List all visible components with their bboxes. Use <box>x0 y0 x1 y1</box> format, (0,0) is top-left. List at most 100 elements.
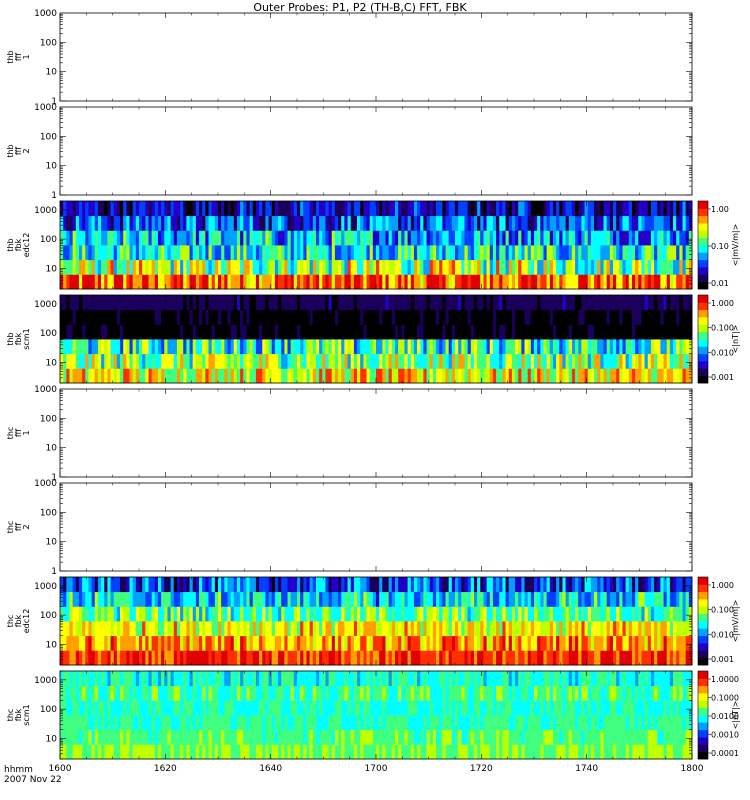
heatmap-cell <box>290 339 295 355</box>
heatmap-cell <box>619 368 623 384</box>
heatmap-cell <box>407 591 412 607</box>
heatmap-cell <box>407 259 412 275</box>
heatmap-cell <box>461 295 465 311</box>
heatmap-cell <box>126 215 130 231</box>
heatmap-cell <box>300 744 304 760</box>
heatmap-cell <box>319 577 323 593</box>
heatmap-cell <box>445 274 450 290</box>
heatmap-cell <box>663 353 668 369</box>
heatmap-cell <box>644 259 649 275</box>
heatmap-cell <box>85 353 89 369</box>
heatmap-cell <box>66 635 70 651</box>
heatmap-cell <box>429 245 434 261</box>
heatmap-cell <box>164 744 168 760</box>
heatmap-cell <box>660 295 664 311</box>
heatmap-cell <box>205 591 209 607</box>
heatmap-cell <box>287 295 292 311</box>
heatmap-cell <box>685 591 690 607</box>
heatmap-cell <box>325 606 329 622</box>
heatmap-cell <box>527 606 532 622</box>
heatmap-cell <box>180 368 184 384</box>
heatmap-cell <box>594 324 598 340</box>
heatmap-cell <box>458 635 462 651</box>
heatmap-cell <box>597 577 601 593</box>
heatmap-cell <box>60 353 64 369</box>
heatmap-cell <box>565 650 570 666</box>
colorbar-swatch <box>698 599 708 607</box>
heatmap-cell <box>458 259 462 275</box>
heatmap-cell <box>394 230 399 246</box>
heatmap-cell <box>120 309 124 325</box>
heatmap-cell <box>410 591 415 607</box>
heatmap-cell <box>549 339 554 355</box>
heatmap-cell <box>309 259 314 275</box>
heatmap-cell <box>72 606 77 622</box>
heatmap-cell <box>293 215 298 231</box>
heatmap-cell <box>537 577 541 593</box>
heatmap-cell <box>587 324 592 340</box>
heatmap-cell <box>230 274 235 290</box>
heatmap-cell <box>249 744 254 760</box>
heatmap-cell <box>278 201 282 217</box>
heatmap-cell <box>274 368 279 384</box>
heatmap-cell <box>259 353 263 369</box>
heatmap-cell <box>227 353 232 369</box>
heatmap-cell <box>628 621 633 637</box>
heatmap-cell <box>195 729 200 745</box>
heatmap-cell <box>325 368 329 384</box>
colorbar-swatch <box>698 368 708 377</box>
heatmap-cell <box>483 309 487 325</box>
heatmap-cell <box>527 368 532 384</box>
heatmap-cell <box>268 295 273 311</box>
heatmap-cell <box>347 259 352 275</box>
heatmap-cell <box>252 274 257 290</box>
heatmap-cell <box>142 339 146 355</box>
heatmap-cell <box>641 339 645 355</box>
heatmap-cell <box>363 368 367 384</box>
heatmap-cell <box>549 650 554 666</box>
heatmap-cell <box>455 621 459 637</box>
heatmap-cell <box>366 577 371 593</box>
heatmap-cell <box>407 215 412 231</box>
heatmap-cell <box>382 621 386 637</box>
heatmap-cell <box>255 621 260 637</box>
heatmap-cell <box>470 744 475 760</box>
heatmap-cell <box>379 339 383 355</box>
heatmap-cell <box>524 621 529 637</box>
heatmap-cell <box>606 295 611 311</box>
heatmap-cell <box>293 245 298 261</box>
heatmap-cell <box>353 324 358 340</box>
heatmap-cell <box>631 274 636 290</box>
heatmap-cell <box>249 274 254 290</box>
heatmap-cell <box>420 259 424 275</box>
heatmap-cell <box>524 215 529 231</box>
heatmap-cell <box>673 245 677 261</box>
heatmap-cell <box>202 201 206 217</box>
heatmap-cell <box>236 715 241 731</box>
heatmap-cell <box>436 274 440 290</box>
heatmap-cell <box>407 324 412 340</box>
heatmap-cell <box>303 577 307 593</box>
heatmap-cell <box>420 368 424 384</box>
heatmap-cell <box>363 215 367 231</box>
heatmap-cell <box>126 577 130 593</box>
heatmap-cell <box>268 715 273 731</box>
heatmap-cell <box>274 339 279 355</box>
heatmap-cell <box>97 339 102 355</box>
heatmap-cell <box>603 577 608 593</box>
heatmap-cell <box>578 368 582 384</box>
heatmap-cell <box>334 339 339 355</box>
heatmap-cell <box>274 201 279 217</box>
heatmap-cell <box>135 215 140 231</box>
heatmap-cell <box>511 215 516 231</box>
heatmap-cell <box>265 650 269 666</box>
heatmap-cell <box>363 245 367 261</box>
heatmap-cell <box>139 295 143 311</box>
heatmap-cell <box>502 577 506 593</box>
heatmap-cell <box>233 353 238 369</box>
heatmap-cell <box>334 295 339 311</box>
heatmap-cell <box>464 591 469 607</box>
heatmap-cell <box>110 295 115 311</box>
heatmap-cell <box>189 215 194 231</box>
heatmap-cell <box>385 274 390 290</box>
